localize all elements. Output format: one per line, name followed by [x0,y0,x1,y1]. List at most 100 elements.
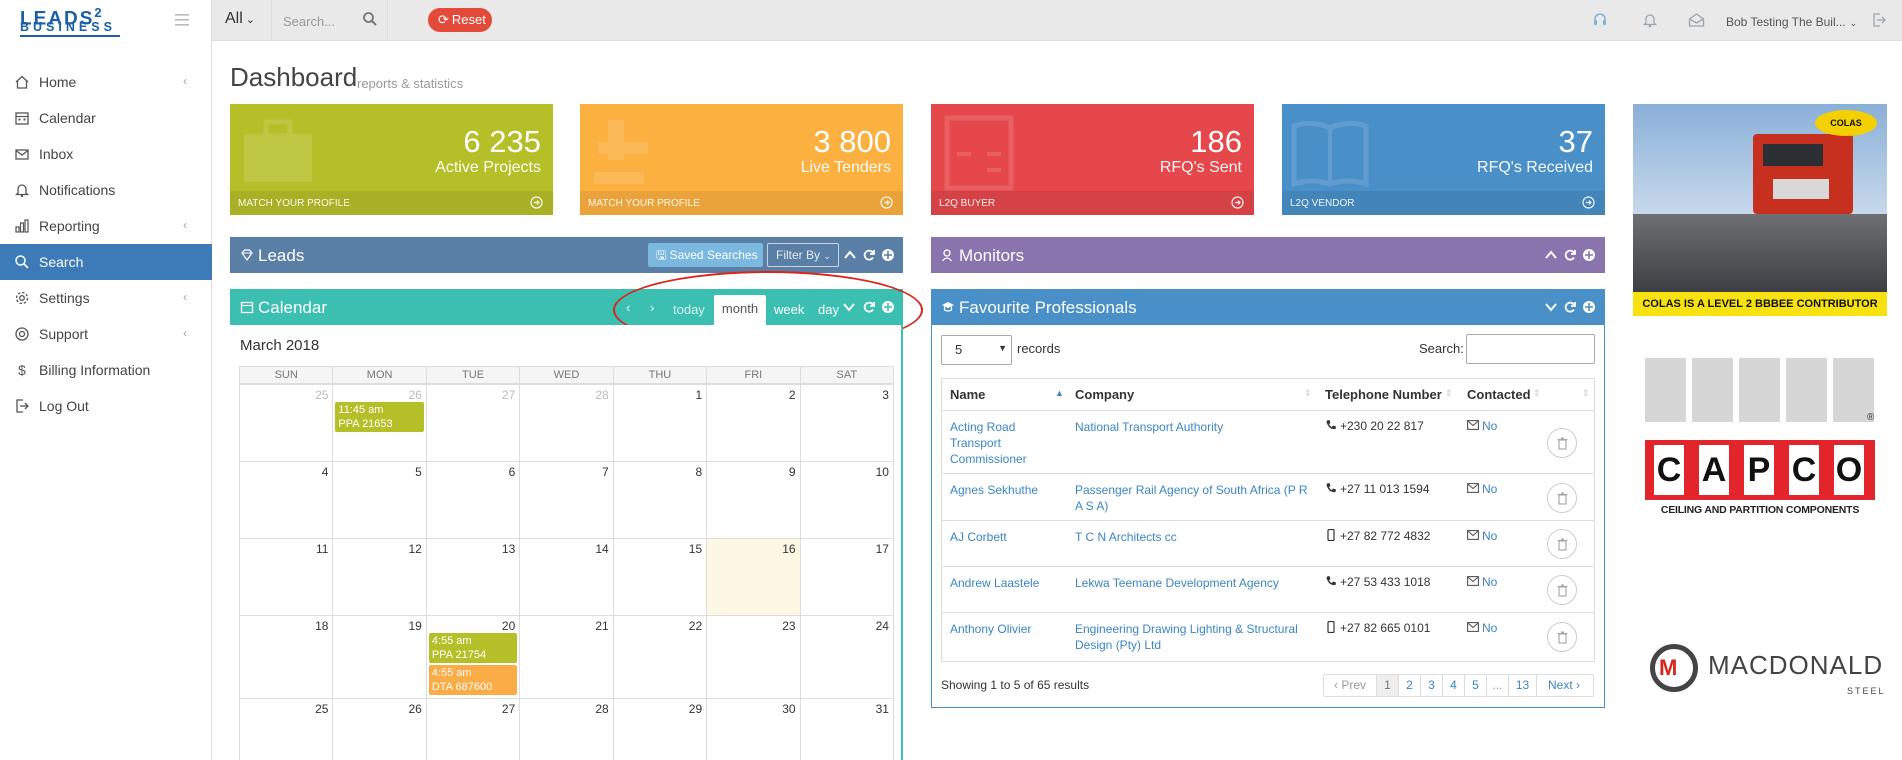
contacted-link[interactable]: No [1467,529,1497,543]
contacted-link[interactable]: No [1467,482,1497,496]
calendar-day-cell[interactable]: 6 [425,461,521,539]
search-scope-select[interactable]: All ⌄ [212,0,272,41]
page-button[interactable]: 1 [1377,675,1399,696]
user-menu[interactable]: Bob Testing The Buil... ⌄ [1726,15,1857,29]
contact-name-link[interactable]: Agnes Sekhuthe [950,482,1050,498]
calendar-day-cell[interactable]: 23 [706,615,801,699]
calendar-day-cell[interactable]: 25 [239,698,334,760]
delete-button[interactable] [1547,622,1577,652]
contacted-link[interactable]: No [1467,621,1497,635]
stat-footer[interactable]: L2Q BUYER [931,191,1254,215]
calendar-day-cell[interactable]: 2 [706,384,801,462]
contacted-link[interactable]: No [1467,575,1497,589]
company-link[interactable]: National Transport Authority [1075,419,1315,435]
calendar-day-cell[interactable]: 3 [799,384,894,462]
sidebar-item-settings[interactable]: Settings ‹ [0,280,212,316]
refresh-icon[interactable] [1563,300,1577,314]
stat-rfqs-sent[interactable]: 186 RFQ's Sent L2Q BUYER [931,104,1254,215]
sidebar-item-inbox[interactable]: Inbox [0,136,212,172]
table-search-input[interactable] [1466,334,1595,364]
top-search-input[interactable] [283,11,363,31]
expand-icon[interactable] [1582,248,1596,262]
calendar-day-cell[interactable]: 1 [612,384,708,462]
calendar-event[interactable]: 11:45 am PPA 21653 [335,402,424,432]
page-button[interactable]: 13 [1509,675,1537,696]
headset-icon[interactable] [1592,12,1610,30]
brand-logo[interactable]: LEADS2 BUSINESS [0,0,212,41]
page-length-select[interactable]: 5 ▼ [941,335,1012,365]
delete-button[interactable] [1547,482,1577,513]
page-button[interactable]: 2 [1399,675,1421,696]
stat-footer[interactable]: MATCH YOUR PROFILE [230,191,553,215]
company-link[interactable]: T C N Architects cc [1075,529,1315,545]
sidebar-item-search[interactable]: Search [0,244,212,280]
contact-name-link[interactable]: Anthony Olivier [950,621,1050,637]
calendar-day-cell[interactable]: 8 [612,461,708,539]
refresh-icon[interactable] [862,248,876,262]
sidebar-item-logout[interactable]: Log Out [0,388,212,424]
column-header-name[interactable]: Name [950,387,985,402]
sidebar-item-billing[interactable]: $ Billing Information [0,352,212,388]
calendar-day-cell[interactable]: 16 [706,538,801,616]
calendar-day-cell[interactable]: 19 [332,615,427,699]
chevron-up-icon[interactable] [843,248,857,262]
stat-footer[interactable]: MATCH YOUR PROFILE [580,191,903,215]
expand-icon[interactable] [881,248,895,262]
column-header-company[interactable]: Company [1075,387,1134,402]
calendar-day-cell[interactable]: 13 [425,538,521,616]
calendar-day-cell[interactable]: 14 [519,538,614,616]
calendar-event[interactable]: 4:55 am DTA 687600 [428,665,518,695]
calendar-day-cell[interactable]: 4 [239,461,334,539]
page-button[interactable]: 5 [1465,675,1487,696]
stat-footer[interactable]: L2Q VENDOR [1282,191,1605,215]
sidebar-item-home[interactable]: Home ‹ [0,64,212,100]
search-icon[interactable] [362,11,380,29]
calendar-day-cell[interactable]: 21 [519,615,614,699]
column-header-telephone[interactable]: Telephone Number [1325,387,1442,402]
calendar-day-cell[interactable]: 18 [239,615,334,699]
stat-rfqs-received[interactable]: 37 RFQ's Received L2Q VENDOR [1282,104,1605,215]
calendar-day-cell[interactable]: 17 [799,538,894,616]
stat-active-projects[interactable]: 6 235 Active Projects MATCH YOUR PROFILE [230,104,553,215]
calendar-day-cell[interactable]: 28 [519,698,614,760]
calendar-day-cell[interactable]: 9 [706,461,801,539]
contact-name-link[interactable]: Acting Road Transport Commissioner [950,419,1050,467]
filter-by-button[interactable]: Filter By ⌄ [767,243,839,267]
logout-icon[interactable] [1871,12,1889,30]
calendar-day-cell[interactable]: 11 [239,538,334,616]
colas-advert[interactable]: COLAS COLAS IS A LEVEL 2 BBBEE CONTRIBUT… [1633,104,1887,316]
calendar-day-cell[interactable]: 7 [519,461,614,539]
reset-button[interactable]: ⟳ Reset [428,8,492,32]
calendar-day-cell[interactable]: 10 [799,461,894,539]
sidebar-item-support[interactable]: Support ‹ [0,316,212,352]
bell-icon[interactable] [1642,12,1660,30]
calendar-day-cell[interactable]: 27 [425,698,521,760]
calendar-day-cell[interactable]: 25 [239,384,334,462]
calendar-day-cell[interactable]: 15 [612,538,708,616]
calendar-day-cell[interactable]: 30 [706,698,801,760]
sidebar-item-reporting[interactable]: Reporting ‹ [0,208,212,244]
calendar-day-cell[interactable]: 12 [332,538,427,616]
chevron-up-icon[interactable] [1544,248,1558,262]
calendar-day-cell[interactable]: 31 [799,698,894,760]
contact-name-link[interactable]: Andrew Laastele [950,575,1050,591]
calendar-day-cell[interactable]: 22 [612,615,708,699]
calendar-day-cell[interactable]: 5 [332,461,427,539]
delete-button[interactable] [1547,529,1577,559]
calendar-day-cell[interactable]: 28 [519,384,614,462]
page-button[interactable]: 3 [1421,675,1443,696]
hamburger-icon[interactable] [175,14,189,26]
calendar-event[interactable]: 4:55 am PPA 21754 [428,633,518,663]
company-link[interactable]: Lekwa Teemane Development Agency [1075,575,1315,591]
company-link[interactable]: Passenger Rail Agency of South Africa (P… [1075,482,1315,514]
contacted-link[interactable]: No [1467,419,1497,433]
delete-button[interactable] [1547,575,1577,605]
saved-searches-button[interactable]: 🖫 Saved Searches [648,243,763,267]
envelope-open-icon[interactable] [1688,12,1706,30]
page-button[interactable]: 4 [1443,675,1465,696]
capco-advert[interactable]: ® C A P C O CEILING AND PARTITION COMPON… [1645,358,1875,518]
company-link[interactable]: Engineering Drawing Lighting & Structura… [1075,621,1315,653]
expand-icon[interactable] [1582,300,1596,314]
column-header-contacted[interactable]: Contacted [1467,387,1531,402]
sidebar-item-notifications[interactable]: Notifications [0,172,212,208]
